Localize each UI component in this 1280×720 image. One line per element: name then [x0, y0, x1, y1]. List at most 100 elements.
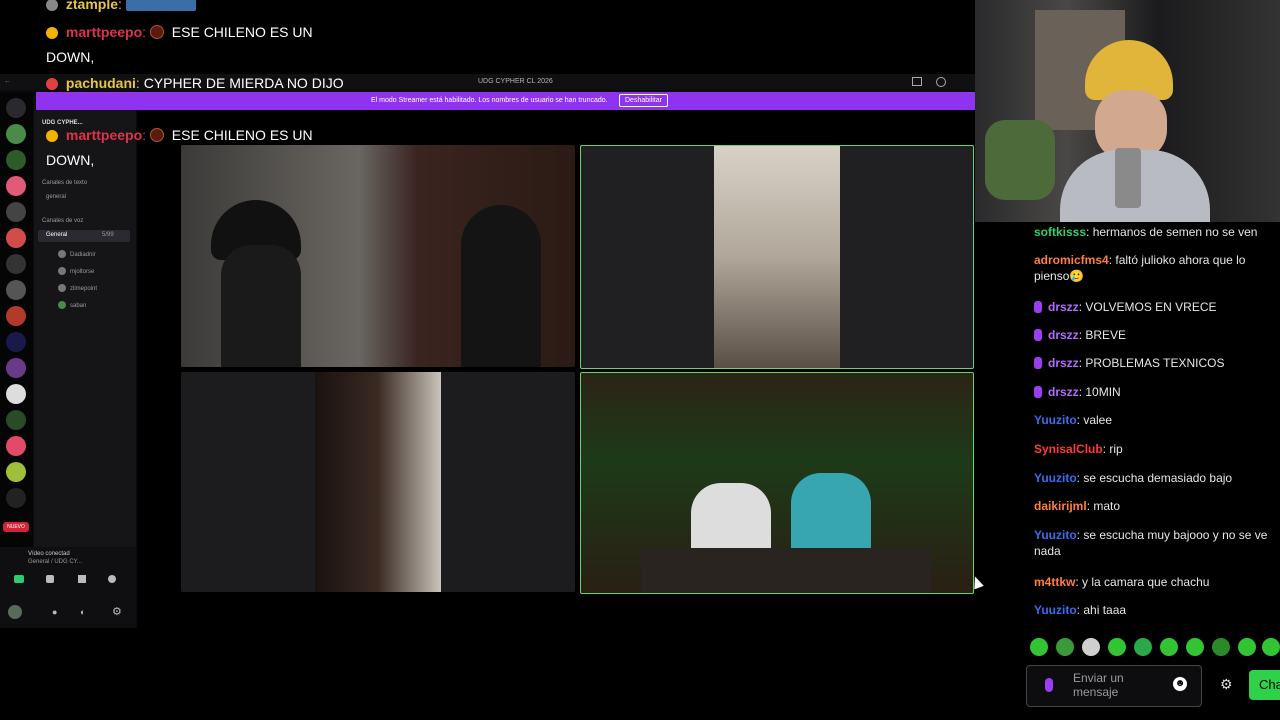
sub-badge-icon: [1034, 386, 1042, 398]
emote-icon[interactable]: [1212, 638, 1230, 656]
voice-user[interactable]: Dadiadnir: [58, 250, 96, 258]
sub-badge-icon: [1034, 329, 1042, 341]
server-icon[interactable]: [6, 254, 26, 274]
voice-user[interactable]: zlimepoint: [58, 284, 97, 292]
chat-message: Yuuzito: valee: [1034, 413, 1113, 427]
video-tile-active[interactable]: [580, 145, 974, 369]
overlay-user: marttpeepo: [65, 24, 143, 40]
chat-send-button[interactable]: Cha: [1249, 670, 1280, 700]
video-feed: [714, 146, 840, 368]
server-icon[interactable]: [6, 124, 26, 144]
chat-message: Yuuzito: ahi taaa: [1034, 603, 1127, 617]
sub-badge-icon: [1034, 301, 1042, 313]
emote-icon[interactable]: [1186, 638, 1204, 656]
overlay-user: ztample: [65, 0, 119, 12]
voice-channels-header[interactable]: Canales de voz: [42, 218, 83, 224]
chat-input-placeholder: Enviar un mensaje: [1073, 671, 1124, 699]
emote-icon[interactable]: [1262, 638, 1280, 656]
streamer-banner-text: El modo Streamer está habilitado. Los no…: [371, 97, 608, 104]
disable-streamer-button[interactable]: Deshabilitar: [619, 94, 668, 107]
overlay-line: marttpeepo: ESE CHILENO ES UN: [46, 23, 376, 41]
screen-share-icon[interactable]: [46, 575, 54, 583]
activity-icon[interactable]: [78, 575, 86, 583]
server-icon[interactable]: [6, 462, 26, 482]
overlay-text: ESE CHILENO ES UN: [171, 24, 313, 40]
text-channels-header[interactable]: Canales de texto: [42, 180, 87, 186]
avatar[interactable]: [8, 605, 22, 619]
server-icon[interactable]: [6, 384, 26, 404]
video-tile-active[interactable]: [580, 372, 974, 594]
discord-window: ← UDG CYPHER CL 2026 El modo Streamer es…: [0, 74, 975, 628]
camera-icon[interactable]: [14, 575, 24, 583]
emote-icon[interactable]: [1134, 638, 1152, 656]
voice-channel-count: 5/99: [102, 232, 114, 238]
channel-sidebar: UDG CYPHE... Canales de texto general Ca…: [0, 110, 136, 628]
video-tile[interactable]: [181, 145, 575, 367]
badge-icon: [46, 0, 58, 11]
gear-icon[interactable]: ⚙: [1220, 676, 1233, 693]
emote-icon[interactable]: [1238, 638, 1256, 656]
emote-icon: [149, 128, 164, 142]
emote-icon[interactable]: [1082, 638, 1100, 656]
server-icon[interactable]: [6, 176, 26, 196]
emote-icon[interactable]: [1160, 638, 1178, 656]
chat-message: adromicfms4: faltó julioko ahora que lo …: [1034, 253, 1246, 283]
server-icon[interactable]: [6, 202, 26, 222]
emote-icon[interactable]: [1030, 638, 1048, 656]
overlay-line: marttpeepo: ESE CHILENO ES UN: [46, 126, 376, 144]
headphones-icon[interactable]: ◐: [80, 607, 85, 617]
overlay-line: pachudani: CYPHER DE MIERDA NO DIJO: [46, 74, 376, 92]
channel-general-text[interactable]: general: [46, 194, 66, 200]
stream-chat: softkisss: hermanos de semen no se ven a…: [1030, 222, 1280, 642]
voice-user[interactable]: mjoltorse: [58, 267, 94, 275]
server-icon[interactable]: [6, 280, 26, 300]
emote-icon[interactable]: [1056, 638, 1074, 656]
soundboard-icon[interactable]: [108, 575, 116, 583]
emote-icon: [149, 25, 164, 39]
sub-badge-icon: [1045, 678, 1053, 692]
overlay-chat: ztample:: [46, 0, 376, 13]
video-connected-sub: General / UDG CY...: [28, 559, 82, 565]
smile-icon[interactable]: ☻: [1173, 677, 1187, 691]
plush-toy: [985, 120, 1055, 200]
new-badge: NUEVO: [3, 522, 29, 532]
video-feed: [315, 372, 441, 592]
discord-icon[interactable]: [6, 98, 26, 118]
video-tile[interactable]: [181, 372, 575, 592]
overlay-text: DOWN,: [46, 152, 95, 168]
badge-icon: [46, 27, 58, 39]
badge-icon: [46, 130, 58, 142]
server-icon[interactable]: [6, 228, 26, 248]
server-icon[interactable]: [6, 332, 26, 352]
server-icon[interactable]: [6, 358, 26, 378]
help-icon[interactable]: [936, 77, 946, 87]
overlay-text: CYPHER DE MIERDA NO DIJO: [143, 75, 344, 91]
person: [461, 205, 541, 367]
chat-message: softkisss: hermanos de semen no se ven: [1034, 225, 1258, 239]
chat-message: drszz: VOLVEMOS EN VRECE: [1034, 299, 1280, 315]
chat-message: m4ttkw: y la camara que chachu: [1034, 575, 1210, 589]
chat-message: Yuuzito: se escucha demasiado bajo: [1034, 471, 1233, 485]
overlay-line: DOWN,: [46, 48, 94, 66]
back-icon[interactable]: ←: [4, 78, 11, 85]
server-icon[interactable]: [6, 488, 26, 508]
overlay-user: pachudani: [65, 75, 136, 91]
mate-cup: [1115, 148, 1141, 208]
server-icon[interactable]: [6, 150, 26, 170]
mic-icon[interactable]: ●: [52, 607, 57, 617]
voice-user[interactable]: saban: [58, 301, 86, 309]
server-icon[interactable]: [6, 410, 26, 430]
inbox-icon[interactable]: [912, 77, 922, 86]
chat-message: drszz: PROBLEMAS TEXNICOS: [1034, 355, 1280, 371]
badge-icon: [46, 78, 58, 90]
sub-badge-icon: [1034, 357, 1042, 369]
chat-message: Yuuzito: se escucha muy bajooo y no se v…: [1034, 528, 1268, 558]
voice-status-panel: Vídeo conectad General / UDG CY... ● ◐ ⚙: [0, 547, 136, 628]
voice-channel-general[interactable]: General 5/99: [38, 230, 130, 242]
emote-icon[interactable]: [1108, 638, 1126, 656]
server-icon[interactable]: [6, 306, 26, 326]
streamer-webcam: [975, 0, 1280, 222]
chat-input[interactable]: Enviar un mensaje ☻: [1026, 665, 1202, 707]
server-icon[interactable]: [6, 436, 26, 456]
gear-icon[interactable]: ⚙: [112, 605, 122, 618]
